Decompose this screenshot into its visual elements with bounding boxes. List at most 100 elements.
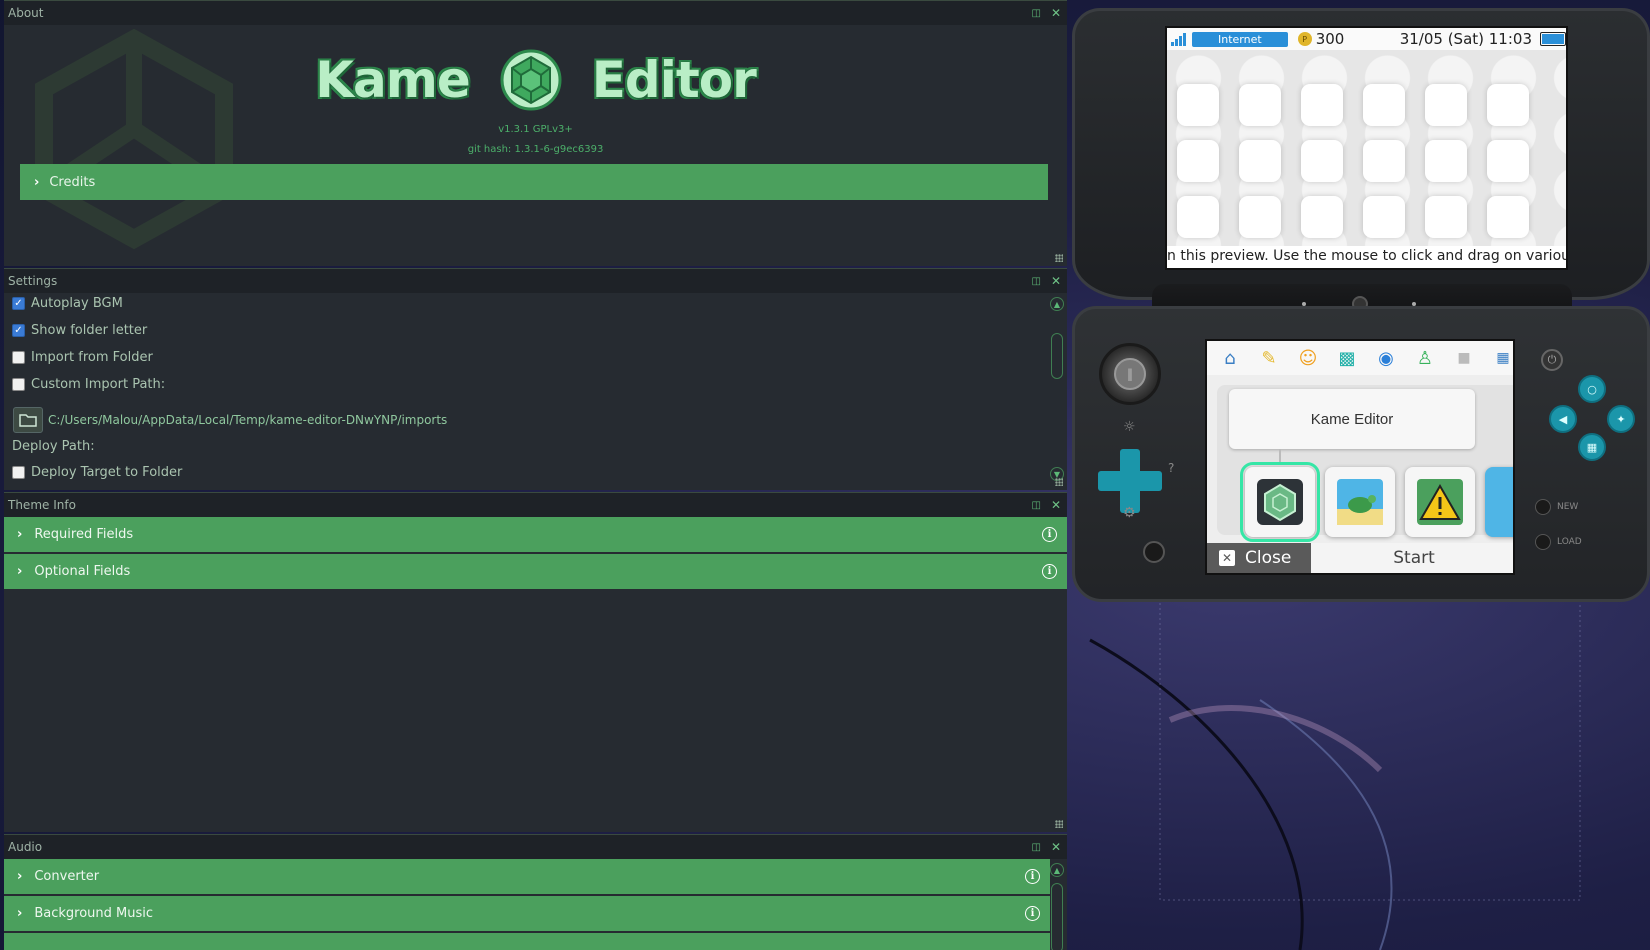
turtle-app-icon[interactable] [1325, 467, 1395, 537]
home-button[interactable] [1143, 541, 1165, 563]
play-coin-icon: P [1297, 32, 1312, 46]
undock-icon[interactable]: ◫ [1031, 500, 1040, 511]
close-icon[interactable]: ✕ [1051, 498, 1061, 512]
brightness-settings-icon[interactable]: ⌂ [1219, 347, 1241, 369]
chevron-right-icon: › [17, 527, 23, 542]
new-button[interactable]: NEW [1535, 499, 1578, 515]
autoplay-bgm-checkbox[interactable]: ✓ [12, 297, 25, 310]
info-icon[interactable]: i [1042, 564, 1057, 579]
sound-effects-collapsible[interactable] [4, 933, 1050, 950]
settings-panel: Settings ◫ ✕ ✓ Autoplay BGM ✓ Show folde… [4, 268, 1067, 490]
import-from-folder-checkbox[interactable] [12, 351, 25, 364]
optional-fields-collapsible[interactable]: › Optional Fields i [4, 554, 1067, 589]
about-title-bar[interactable]: About ◫ ✕ [4, 1, 1067, 25]
home-menu-toolbar: ⌂ ✎ ☺ ▩ ◉ ♙ ■ ▦ [1207, 341, 1513, 375]
converter-collapsible[interactable]: › Converter i [4, 859, 1050, 894]
background-music-collapsible[interactable]: › Background Music i [4, 896, 1050, 931]
3ds-top-shell: Internet P 300 31/05 (Sat) 11:03 n this … [1072, 8, 1650, 300]
deploy-target-option[interactable]: Deploy Target to Folder [12, 465, 182, 480]
undock-icon[interactable]: ◫ [1031, 276, 1040, 287]
settings-gear-icon[interactable]: ⚙ [1123, 505, 1136, 521]
info-icon[interactable]: i [1025, 906, 1040, 921]
undock-icon[interactable]: ◫ [1031, 8, 1040, 19]
circle-pad[interactable]: ‖ [1099, 343, 1161, 405]
wifi-signal-icon [1171, 32, 1186, 46]
show-folder-letter-option[interactable]: ✓ Show folder letter [12, 323, 147, 338]
custom-import-path-label: Custom Import Path: [31, 377, 166, 392]
x-button[interactable]: ○ [1578, 375, 1606, 403]
scrollbar-thumb[interactable] [1051, 333, 1063, 379]
close-icon[interactable]: ✕ [1051, 6, 1061, 20]
scrollbar-thumb[interactable] [1051, 883, 1063, 950]
autoplay-bgm-option[interactable]: ✓ Autoplay BGM [12, 296, 123, 311]
top-screen-wallpaper [1167, 50, 1566, 260]
grid-small-icon[interactable]: ■ [1453, 347, 1475, 369]
power-icon[interactable]: ⏻ [1541, 349, 1563, 371]
start-button[interactable]: Start [1311, 543, 1513, 573]
info-icon[interactable]: i [1025, 869, 1040, 884]
info-icon[interactable]: i [1042, 527, 1057, 542]
b-button[interactable]: ▦ [1578, 433, 1606, 461]
chat-icon[interactable]: ▩ [1336, 347, 1358, 369]
import-from-folder-option[interactable]: Import from Folder [12, 350, 153, 365]
globe-icon[interactable]: ◉ [1375, 347, 1397, 369]
folder-icon [19, 414, 37, 427]
settings-title: Settings [8, 274, 58, 288]
about-panel: About ◫ ✕ Kame Editor v1.3.1 GPLv3+ git … [4, 0, 1067, 266]
grid-large-icon[interactable]: ▦ [1492, 347, 1513, 369]
kame-editor-app-icon[interactable] [1240, 462, 1320, 542]
top-screen[interactable]: Internet P 300 31/05 (Sat) 11:03 n this … [1165, 26, 1568, 270]
close-icon[interactable]: ✕ [1051, 274, 1061, 288]
custom-import-path-checkbox[interactable] [12, 378, 25, 391]
import-path-value: C:/Users/Malou/AppData/Local/Temp/kame-e… [48, 413, 448, 427]
preview-hint-ticker: n this preview. Use the mouse to click a… [1167, 246, 1566, 268]
pencil-icon[interactable]: ✎ [1258, 347, 1280, 369]
bottom-screen[interactable]: ⌂ ✎ ☺ ▩ ◉ ♙ ■ ▦ Kame Editor ✕ Close Star… [1205, 339, 1515, 575]
audio-title-bar[interactable]: Audio ◫ ✕ [4, 835, 1067, 859]
internet-badge: Internet [1192, 31, 1288, 47]
friends-icon[interactable]: ♙ [1414, 347, 1436, 369]
turtle-shell-icon [500, 49, 562, 111]
3ds-bottom-shell: ‖ ☼ ? ⚙ ⌂ ✎ ☺ ▩ ◉ ♙ ■ ▦ Kame Editor ✕ Cl… [1072, 306, 1650, 602]
load-label: LOAD [1557, 537, 1582, 547]
battery-icon [1540, 32, 1566, 46]
version-text: v1.3.1 GPLv3+ [498, 124, 573, 135]
browse-folder-button[interactable] [13, 407, 43, 433]
chevron-right-icon: › [17, 906, 23, 921]
dpad-horizontal[interactable] [1098, 471, 1162, 491]
audio-scrollbar[interactable]: ▲ [1050, 863, 1064, 950]
close-button[interactable]: ✕ Close [1207, 543, 1311, 573]
folder-app-icon[interactable] [1485, 467, 1513, 537]
show-folder-letter-checkbox[interactable]: ✓ [12, 324, 25, 337]
theme-info-panel: Theme Info ◫ ✕ › Required Fields i › Opt… [4, 492, 1067, 832]
theme-info-title-bar[interactable]: Theme Info ◫ ✕ [4, 493, 1067, 517]
turtle-shell-icon [1257, 479, 1303, 525]
optional-fields-label: Optional Fields [34, 564, 131, 579]
show-folder-letter-label: Show folder letter [31, 323, 148, 338]
y-button[interactable]: ◀ [1549, 405, 1577, 433]
resize-grip-icon[interactable] [1055, 254, 1063, 262]
logo-word-kame: Kame [315, 51, 470, 109]
help-icon[interactable]: ? [1168, 461, 1174, 475]
chevron-right-icon: › [34, 174, 40, 190]
deploy-target-checkbox[interactable] [12, 466, 25, 479]
scroll-up-icon[interactable]: ▲ [1050, 297, 1064, 311]
status-bar: Internet P 300 31/05 (Sat) 11:03 [1167, 28, 1566, 50]
settings-title-bar[interactable]: Settings ◫ ✕ [4, 269, 1067, 293]
settings-scrollbar[interactable]: ▲ ▼ [1050, 297, 1064, 483]
required-fields-label: Required Fields [34, 527, 134, 542]
credits-collapsible[interactable]: › Credits [20, 164, 1048, 200]
load-button[interactable]: LOAD [1535, 534, 1582, 550]
undock-icon[interactable]: ◫ [1031, 842, 1040, 853]
required-fields-collapsible[interactable]: › Required Fields i [4, 517, 1067, 552]
resize-grip-icon[interactable] [1055, 478, 1063, 486]
smiley-icon[interactable]: ☺ [1297, 347, 1319, 369]
resize-grip-icon[interactable] [1055, 820, 1063, 828]
custom-import-path-option[interactable]: Custom Import Path: [12, 377, 165, 392]
warning-app-icon[interactable] [1405, 467, 1475, 537]
scroll-up-icon[interactable]: ▲ [1050, 863, 1064, 877]
3ds-preview[interactable]: Internet P 300 31/05 (Sat) 11:03 n this … [1072, 8, 1650, 606]
a-button[interactable]: ✦ [1607, 405, 1635, 433]
credits-label: Credits [49, 174, 96, 190]
close-icon[interactable]: ✕ [1051, 840, 1061, 854]
